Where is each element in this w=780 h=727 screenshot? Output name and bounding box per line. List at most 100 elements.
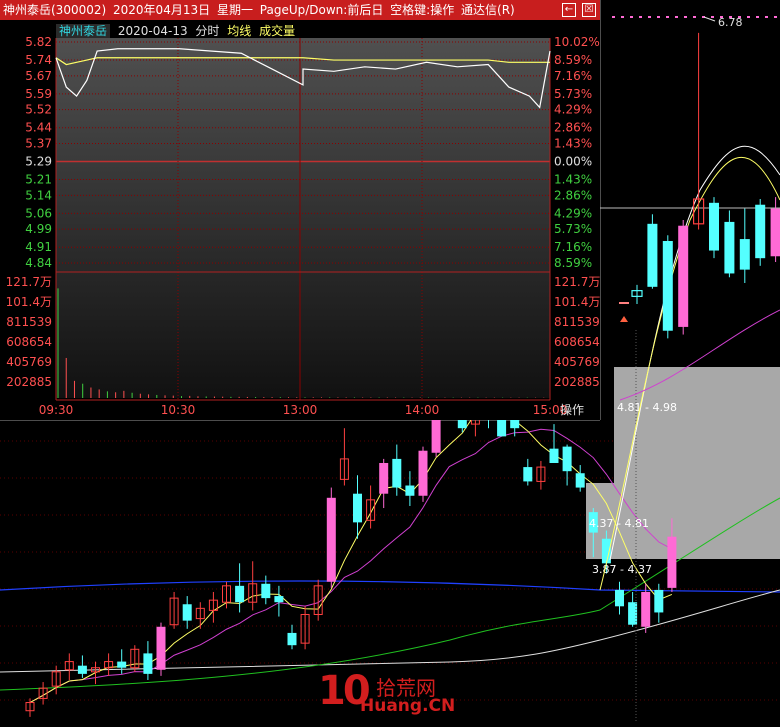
volume-tick-label-right: 405769 [554,355,600,369]
right-panel-top-dash [711,16,714,18]
right-panel-top-dash [675,16,678,18]
candle-body [143,653,153,674]
right-panel-top-dash [756,16,759,18]
percent-tick-label: 4.29% [554,206,592,220]
zoom-marker-arrow [620,316,628,322]
percent-tick-label: 4.29% [554,103,592,117]
zoom-marker-dash [619,302,629,304]
intraday-plot-bg [56,38,550,398]
legend-vol: 成交量 [259,24,296,38]
intraday-legend: 神州泰岳 2020-04-13 分时 均线 成交量 [56,22,299,39]
time-tick-label: 14:00 [405,403,440,417]
price-tick-label: 5.14 [25,188,52,202]
price-tick-label: 5.67 [25,69,52,83]
candle-body [615,589,624,607]
candle-body [641,591,651,627]
percent-tick-label: 2.86% [554,188,592,202]
header-date: 2020年04月13日 [113,3,211,17]
kline-chart-area[interactable]: 4.81 - 4.98 4.37 - 4.81 3.87 - 4.37 6.78 5.8… [0,0,780,723]
zoom-candle-body [662,241,673,331]
candle-body [261,583,271,599]
zoom-candle-body [647,223,658,287]
candle-body [549,448,559,463]
candle-body [523,467,533,482]
price-tick-label: 4.84 [25,256,52,270]
candle-body [667,536,677,588]
right-panel-top-dash [630,16,633,18]
candle-body [405,485,415,496]
volume-tick-label: 121.7万 [6,275,52,289]
right-panel-top-dash [765,16,768,18]
time-tick-label: 13:00 [283,403,318,417]
price-tick-label: 4.99 [25,222,52,236]
legend-stock: 神州泰岳 [56,24,111,38]
price-tick-label: 5.29 [25,155,52,169]
high-price-label: 6.78 [718,16,743,29]
volume-tick-label: 405769 [6,355,52,369]
volume-tick-label-right: 202885 [554,375,600,389]
header-hint2: 空格键:操作 [390,3,455,17]
right-panel-top-dash [648,16,651,18]
header-app: 通达信(R) [461,3,515,17]
price-tick-label: 5.37 [25,136,52,150]
chart-canvas[interactable]: 4.81 - 4.984.37 - 4.813.87 - 4.376.785.8… [0,0,780,723]
zoom-candle-body [755,204,766,259]
right-panel-top-dash [693,16,696,18]
right-panel-top-dash [621,16,624,18]
candle-body [326,497,336,582]
candle-body [156,626,166,670]
volume-tick-label: 811539 [6,315,52,329]
zoom-candle-body [678,225,689,327]
candle-body [392,458,402,488]
window-header: 神州泰岳(300002) 2020年04月13日 星期一 PageUp/Down… [0,0,600,20]
percent-tick-label: 10.02% [554,35,600,49]
percent-tick-label: 7.16% [554,69,592,83]
percent-tick-label: 0.00% [554,155,592,169]
right-panel-top-dash [684,16,687,18]
time-tick-label: 10:30 [161,403,196,417]
ma-yellow-line [29,405,673,703]
percent-tick-label: 8.59% [554,256,592,270]
candle-body [510,420,520,429]
price-tick-label: 5.52 [25,103,52,117]
close-icon[interactable]: ☒ [582,3,596,17]
right-panel-top-dash [612,16,615,18]
price-tick-label: 5.74 [25,53,52,67]
time-tick-label: 09:30 [39,403,74,417]
back-icon[interactable]: ← [562,3,576,17]
percent-tick-label: 8.59% [554,53,592,67]
candle-body [418,450,428,496]
candle-body [379,462,389,494]
legend-mode: 分时 [195,24,220,38]
candle-body [562,446,572,472]
percent-tick-label: 5.73% [554,87,592,101]
volume-tick-label: 608654 [6,335,52,349]
price-tick-label: 5.59 [25,87,52,101]
pressure-zone-3-label: 3.87 - 4.37 [592,563,652,576]
zoom-candle-body [709,202,719,251]
volume-tick-label-right: 608654 [554,335,600,349]
volume-tick-label: 202885 [6,375,52,389]
pressure-zone-1 [614,367,780,483]
candle-body [274,596,284,603]
zoom-candle-body [724,221,735,274]
price-tick-label: 5.06 [25,206,52,220]
candle-body [353,493,362,523]
watermark-logo: 10 拾荒网 Huang.CN [318,668,458,718]
percent-tick-label: 1.43% [554,173,592,187]
candle-body [235,585,245,603]
percent-tick-label: 2.86% [554,121,592,135]
volume-tick-label-right: 101.4万 [554,295,600,309]
watermark-url: Huang.CN [360,696,456,716]
candle-body [117,661,127,668]
candle-body [182,604,192,621]
percent-tick-label: 1.43% [554,136,592,150]
price-tick-label: 4.91 [25,240,52,254]
header-weekday: 星期一 [216,3,253,17]
right-panel-top-dash [774,16,777,18]
header-hint: PageUp/Down:前后日 [259,3,384,17]
volume-tick-label-right: 811539 [554,315,600,329]
candle-body [287,632,297,646]
percent-tick-label: 5.73% [554,222,592,236]
percent-tick-label: 7.16% [554,240,592,254]
